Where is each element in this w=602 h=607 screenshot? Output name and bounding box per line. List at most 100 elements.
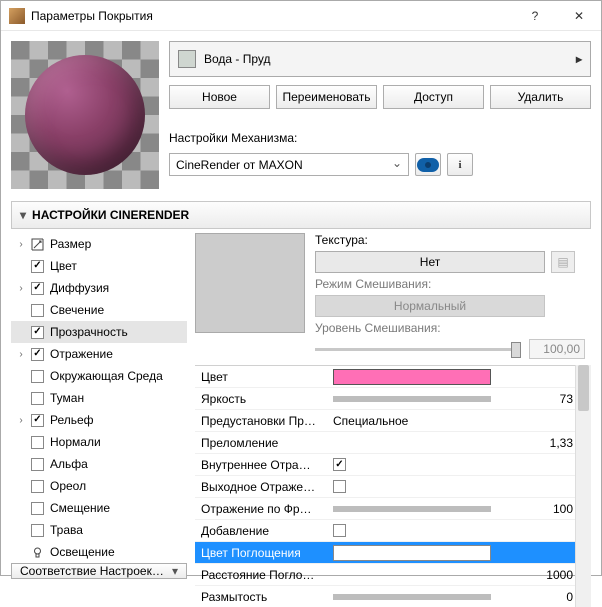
channel-checkbox[interactable]	[31, 524, 44, 537]
tree-item[interactable]: ›Отражение	[11, 343, 187, 365]
property-text: Специальное	[333, 414, 408, 428]
preview-sphere	[25, 55, 145, 175]
help-button[interactable]: ?	[513, 1, 557, 31]
channel-checkbox[interactable]	[31, 392, 44, 405]
texture-preview[interactable]	[195, 233, 305, 333]
tree-item[interactable]: Альфа	[11, 453, 187, 475]
tree-item-label: Цвет	[50, 259, 77, 273]
material-preview	[11, 41, 159, 189]
tree-item-label: Трава	[50, 523, 83, 537]
property-value[interactable]: 0	[333, 590, 573, 604]
property-row[interactable]: Выходное Отраже…	[195, 475, 591, 497]
property-label: Размытость	[195, 590, 333, 604]
property-value[interactable]: 1000	[333, 568, 573, 582]
property-checkbox[interactable]	[333, 524, 346, 537]
channel-checkbox[interactable]	[31, 260, 44, 273]
property-row[interactable]: Размытость0	[195, 585, 591, 607]
blend-mode-button: Нормальный	[315, 295, 545, 317]
property-value[interactable]: 1,33	[333, 436, 573, 450]
property-row[interactable]: Расстояние Погло…1000	[195, 563, 591, 585]
tree-item[interactable]: Смещение	[11, 497, 187, 519]
rename-button[interactable]: Переименовать	[276, 85, 377, 109]
tree-item-label: Размер	[50, 237, 91, 251]
material-menu-arrow-icon[interactable]: ▸	[576, 52, 582, 66]
tree-item[interactable]: Туман	[11, 387, 187, 409]
value-bar[interactable]	[333, 396, 491, 402]
engine-info-button[interactable]: i	[447, 153, 473, 176]
property-value[interactable]	[333, 369, 573, 385]
close-button[interactable]: ✕	[557, 1, 601, 31]
tree-item-label: Рельеф	[50, 413, 94, 427]
browse-icon: ▤	[557, 255, 568, 269]
tree-item[interactable]: › Рельеф	[11, 409, 187, 431]
tree-item[interactable]: Прозрачность	[11, 321, 187, 343]
property-label: Внутреннее Отра…	[195, 458, 333, 472]
tree-item[interactable]: Свечение	[11, 299, 187, 321]
property-value[interactable]	[333, 458, 573, 471]
value-bar[interactable]	[333, 594, 491, 600]
size-icon	[31, 238, 44, 251]
property-checkbox[interactable]	[333, 458, 346, 471]
texture-label: Текстура:	[315, 233, 368, 247]
access-button[interactable]: Доступ	[383, 85, 484, 109]
color-swatch[interactable]	[333, 369, 491, 385]
delete-button[interactable]: Удалить	[490, 85, 591, 109]
channel-checkbox[interactable]	[31, 480, 44, 493]
channel-checkbox[interactable]	[31, 304, 44, 317]
property-value[interactable]	[333, 545, 573, 561]
tree-item[interactable]: Окружающая Среда	[11, 365, 187, 387]
new-button[interactable]: Новое	[169, 85, 270, 109]
channel-checkbox[interactable]	[31, 348, 44, 361]
tree-item[interactable]: Трава	[11, 519, 187, 541]
expander-icon[interactable]: ›	[15, 415, 27, 426]
property-row[interactable]: Отражение по Фр…100	[195, 497, 591, 519]
tree-item-label: Туман	[50, 391, 84, 405]
scrollbar-thumb[interactable]	[578, 365, 589, 411]
tree-item[interactable]: Цвет	[11, 255, 187, 277]
engine-preview-button[interactable]	[415, 153, 441, 176]
channel-checkbox[interactable]	[31, 502, 44, 515]
channel-checkbox[interactable]	[31, 282, 44, 295]
property-row[interactable]: Цвет Поглощения	[195, 541, 591, 563]
color-swatch[interactable]	[333, 545, 491, 561]
value-bar[interactable]	[333, 506, 491, 512]
property-row[interactable]: Яркость73	[195, 387, 591, 409]
tree-item[interactable]: ›Диффузия	[11, 277, 187, 299]
property-number: 73	[513, 392, 573, 406]
property-label: Предустановки Пр…	[195, 414, 333, 428]
texture-browse-button[interactable]: ▤	[551, 251, 575, 273]
property-row[interactable]: Цвет	[195, 365, 591, 387]
channel-checkbox[interactable]	[31, 436, 44, 449]
tree-item[interactable]: Освещение	[11, 541, 187, 563]
cinerender-section-header[interactable]: НАСТРОЙКИ CINERENDER	[11, 201, 591, 229]
expander-icon[interactable]: ›	[15, 283, 27, 294]
channel-checkbox[interactable]	[31, 326, 44, 339]
channel-checkbox[interactable]	[31, 458, 44, 471]
engine-select[interactable]: CineRender от MAXON	[169, 153, 409, 176]
tree-item[interactable]: Ореол	[11, 475, 187, 497]
tree-item[interactable]: › Размер	[11, 233, 187, 255]
property-checkbox[interactable]	[333, 480, 346, 493]
channel-checkbox[interactable]	[31, 414, 44, 427]
expander-icon[interactable]: ›	[15, 239, 27, 250]
property-row[interactable]: Добавление	[195, 519, 591, 541]
properties-scrollbar[interactable]	[575, 365, 591, 607]
property-row[interactable]: Внутреннее Отра…	[195, 453, 591, 475]
tree-item[interactable]: Нормали	[11, 431, 187, 453]
property-value[interactable]	[333, 524, 573, 537]
property-row[interactable]: Предустановки Пр…Специальное	[195, 409, 591, 431]
match-settings-button[interactable]: Соответствие Настроек… ▾	[11, 563, 187, 579]
texture-none-button[interactable]: Нет	[315, 251, 545, 273]
tree-item-label: Свечение	[50, 303, 104, 317]
eye-icon	[417, 158, 439, 172]
channel-checkbox[interactable]	[31, 370, 44, 383]
property-value[interactable]: Специальное	[333, 414, 573, 428]
property-value[interactable]: 73	[333, 392, 573, 406]
material-name-bar[interactable]: Вода - Пруд ▸	[169, 41, 591, 77]
property-number: 1,33	[513, 436, 573, 450]
expander-icon[interactable]: ›	[15, 349, 27, 360]
property-value[interactable]	[333, 480, 573, 493]
engine-label: Настройки Механизма:	[169, 131, 591, 145]
property-value[interactable]: 100	[333, 502, 573, 516]
property-row[interactable]: Преломление1,33	[195, 431, 591, 453]
